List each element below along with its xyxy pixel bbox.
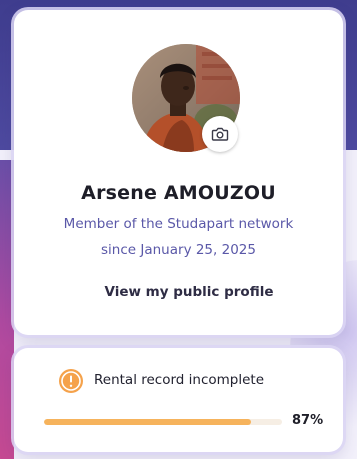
warning-icon: [59, 369, 83, 393]
avatar-container: [132, 44, 240, 152]
camera-icon: [211, 127, 229, 141]
rental-record-status: Rental record incomplete: [94, 372, 265, 388]
profile-name: Arsene AMOUZOU: [81, 182, 276, 204]
profile-card: Arsene AMOUZOU Member of the Studapart n…: [14, 10, 343, 335]
rental-record-progress-fill: [44, 419, 252, 425]
membership-since-text: since January 25, 2025: [101, 242, 256, 258]
view-public-profile-link[interactable]: View my public profile: [94, 284, 284, 300]
rental-record-progress-bar: [44, 419, 282, 425]
change-photo-button[interactable]: [202, 116, 238, 152]
background-left-strip: [0, 160, 14, 459]
membership-text: Member of the Studapart network: [63, 216, 294, 232]
rental-record-progress-percent: 87%: [292, 413, 324, 428]
rental-record-card: Rental record incomplete 87%: [14, 348, 343, 452]
